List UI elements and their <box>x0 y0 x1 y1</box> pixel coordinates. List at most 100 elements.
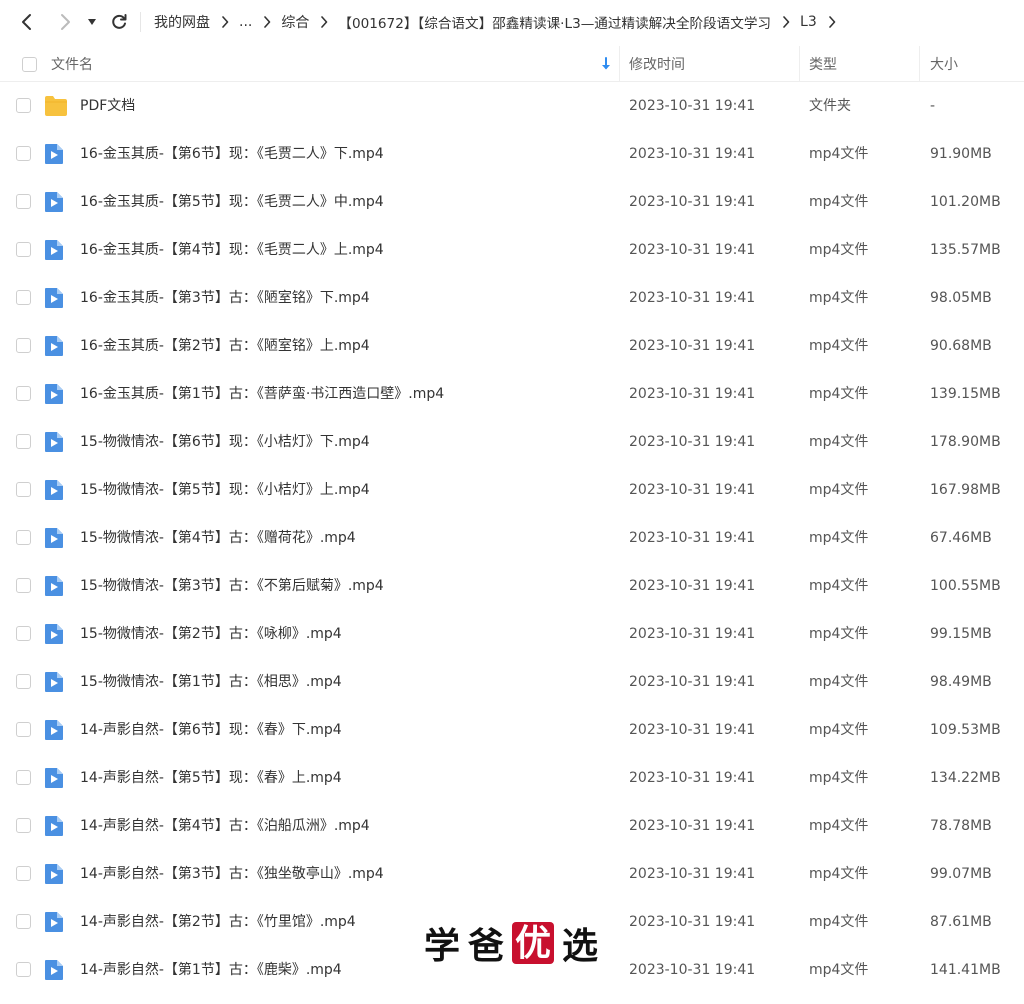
file-size: 109.53MB <box>930 722 1001 738</box>
file-name[interactable]: 15-物微情浓-【第2节】古：《咏柳》.mp4 <box>80 610 342 658</box>
row-checkbox[interactable] <box>16 914 31 929</box>
select-all-checkbox[interactable] <box>22 46 37 82</box>
history-dropdown-button[interactable] <box>84 7 100 37</box>
row-checkbox[interactable] <box>16 818 31 833</box>
file-size: 101.20MB <box>930 194 1001 210</box>
file-row[interactable]: 16-金玉其质-【第2节】古：《陋室铭》上.mp4 2023-10-31 19:4… <box>0 322 1024 370</box>
file-modified-date: 2023-10-31 19:41 <box>629 674 756 690</box>
column-header-type[interactable]: 类型 <box>809 46 837 82</box>
file-name[interactable]: 16-金玉其质-【第6节】现：《毛贾二人》下.mp4 <box>80 130 384 178</box>
file-size: 87.61MB <box>930 914 992 930</box>
row-checkbox[interactable] <box>16 626 31 641</box>
file-name[interactable]: 15-物微情浓-【第6节】现：《小桔灯》下.mp4 <box>80 418 370 466</box>
file-size: 78.78MB <box>930 818 992 834</box>
file-row[interactable]: 14-声影自然-【第4节】古：《泊船瓜洲》.mp4 2023-10-31 19:4… <box>0 802 1024 850</box>
file-name[interactable]: 16-金玉其质-【第5节】现：《毛贾二人》中.mp4 <box>80 178 384 226</box>
file-name[interactable]: 14-声影自然-【第1节】古：《鹿柴》.mp4 <box>80 946 342 994</box>
file-type: mp4文件 <box>809 482 869 498</box>
file-row[interactable]: 15-物微情浓-【第6节】现：《小桔灯》下.mp4 2023-10-31 19:4… <box>0 418 1024 466</box>
video-file-icon <box>44 959 66 981</box>
checkbox-box <box>16 434 31 449</box>
column-header-size[interactable]: 大小 <box>930 46 958 82</box>
file-row[interactable]: 16-金玉其质-【第5节】现：《毛贾二人》中.mp4 2023-10-31 19:… <box>0 178 1024 226</box>
file-type: mp4文件 <box>809 434 869 450</box>
file-name[interactable]: 15-物微情浓-【第1节】古：《相思》.mp4 <box>80 658 342 706</box>
row-checkbox[interactable] <box>16 578 31 593</box>
video-file-icon <box>44 767 66 789</box>
breadcrumb-item-current[interactable]: L3 <box>800 14 817 30</box>
file-type: mp4文件 <box>809 386 869 402</box>
file-modified-date: 2023-10-31 19:41 <box>629 722 756 738</box>
file-size: 91.90MB <box>930 146 992 162</box>
file-modified-date: 2023-10-31 19:41 <box>629 386 756 402</box>
file-modified-date: 2023-10-31 19:41 <box>629 434 756 450</box>
file-name[interactable]: 14-声影自然-【第5节】现：《春》上.mp4 <box>80 754 342 802</box>
file-modified-date: 2023-10-31 19:41 <box>629 866 756 882</box>
row-checkbox[interactable] <box>16 962 31 977</box>
file-row[interactable]: 14-声影自然-【第3节】古：《独坐敬亭山》.mp4 2023-10-31 19:… <box>0 850 1024 898</box>
breadcrumb-item-course[interactable]: 【001672】【综合语文】邵鑫精读课·L3—通过精读解决全阶段语文学习 <box>338 12 771 32</box>
file-size: 98.05MB <box>930 290 992 306</box>
file-name[interactable]: 14-声影自然-【第4节】古：《泊船瓜洲》.mp4 <box>80 802 370 850</box>
row-checkbox[interactable] <box>16 386 31 401</box>
file-type: mp4文件 <box>809 770 869 786</box>
file-name[interactable]: 14-声影自然-【第6节】现：《春》下.mp4 <box>80 706 342 754</box>
file-row[interactable]: 14-声影自然-【第6节】现：《春》下.mp4 2023-10-31 19:41 m… <box>0 706 1024 754</box>
breadcrumb-item-ellipsis[interactable]: ... <box>239 14 252 30</box>
file-name[interactable]: 15-物微情浓-【第5节】现：《小桔灯》上.mp4 <box>80 466 370 514</box>
chevron-right-icon <box>61 14 70 30</box>
file-name[interactable]: 14-声影自然-【第2节】古：《竹里馆》.mp4 <box>80 898 356 946</box>
file-name[interactable]: 16-金玉其质-【第3节】古：《陋室铭》下.mp4 <box>80 274 370 322</box>
file-row[interactable]: 16-金玉其质-【第6节】现：《毛贾二人》下.mp4 2023-10-31 19:… <box>0 130 1024 178</box>
column-header-modified[interactable]: 修改时间 <box>629 46 685 82</box>
video-file-icon <box>44 479 66 501</box>
file-row[interactable]: 16-金玉其质-【第3节】古：《陋室铭》下.mp4 2023-10-31 19:4… <box>0 274 1024 322</box>
file-name[interactable]: 15-物微情浓-【第4节】古：《赠荷花》.mp4 <box>80 514 356 562</box>
file-row[interactable]: 15-物微情浓-【第3节】古：《不第后赋菊》.mp4 2023-10-31 19:… <box>0 562 1024 610</box>
row-checkbox[interactable] <box>16 722 31 737</box>
breadcrumb-item-category[interactable]: 综合 <box>281 12 309 32</box>
row-checkbox[interactable] <box>16 866 31 881</box>
video-file-icon <box>44 527 66 549</box>
file-name[interactable]: 16-金玉其质-【第4节】现：《毛贾二人》上.mp4 <box>80 226 384 274</box>
file-name[interactable]: 16-金玉其质-【第1节】古：《菩萨蛮·书江西造口壁》.mp4 <box>80 370 444 418</box>
row-checkbox[interactable] <box>16 530 31 545</box>
checkbox-box <box>16 722 31 737</box>
row-checkbox[interactable] <box>16 434 31 449</box>
file-name[interactable]: 16-金玉其质-【第2节】古：《陋室铭》上.mp4 <box>80 322 370 370</box>
row-checkbox[interactable] <box>16 482 31 497</box>
row-checkbox[interactable] <box>16 98 31 113</box>
row-checkbox[interactable] <box>16 146 31 161</box>
file-name[interactable]: 14-声影自然-【第3节】古：《独坐敬亭山》.mp4 <box>80 850 384 898</box>
file-name[interactable]: PDF文档 <box>80 82 135 130</box>
file-row[interactable]: 15-物微情浓-【第2节】古：《咏柳》.mp4 2023-10-31 19:41 m… <box>0 610 1024 658</box>
file-modified-date: 2023-10-31 19:41 <box>629 530 756 546</box>
checkbox-box <box>16 530 31 545</box>
row-checkbox[interactable] <box>16 674 31 689</box>
file-name[interactable]: 15-物微情浓-【第3节】古：《不第后赋菊》.mp4 <box>80 562 384 610</box>
file-row[interactable]: 16-金玉其质-【第4节】现：《毛贾二人》上.mp4 2023-10-31 19:… <box>0 226 1024 274</box>
forward-button[interactable] <box>50 7 80 37</box>
chevron-left-icon <box>22 14 31 30</box>
file-size: 100.55MB <box>930 578 1001 594</box>
row-checkbox[interactable] <box>16 290 31 305</box>
row-checkbox[interactable] <box>16 194 31 209</box>
column-divider <box>919 46 920 82</box>
file-row[interactable]: 16-金玉其质-【第1节】古：《菩萨蛮·书江西造口壁》.mp4 2023-10-3… <box>0 370 1024 418</box>
folder-row[interactable]: PDF文档 2023-10-31 19:41 文件夹 - <box>0 82 1024 130</box>
breadcrumb-item-root[interactable]: 我的网盘 <box>154 12 210 32</box>
video-file-icon <box>44 383 66 405</box>
column-header-name[interactable]: 文件名 <box>51 46 93 82</box>
row-checkbox[interactable] <box>16 338 31 353</box>
row-checkbox[interactable] <box>16 242 31 257</box>
back-button[interactable] <box>12 7 42 37</box>
file-row[interactable]: 15-物微情浓-【第4节】古：《赠荷花》.mp4 2023-10-31 19:41… <box>0 514 1024 562</box>
file-row[interactable]: 15-物微情浓-【第1节】古：《相思》.mp4 2023-10-31 19:41 m… <box>0 658 1024 706</box>
file-row[interactable]: 14-声影自然-【第5节】现：《春》上.mp4 2023-10-31 19:41 m… <box>0 754 1024 802</box>
sort-descending-icon[interactable] <box>600 46 612 82</box>
file-row[interactable]: 15-物微情浓-【第5节】现：《小桔灯》上.mp4 2023-10-31 19:4… <box>0 466 1024 514</box>
refresh-button[interactable] <box>104 7 134 37</box>
file-modified-date: 2023-10-31 19:41 <box>629 290 756 306</box>
row-checkbox[interactable] <box>16 770 31 785</box>
file-type: mp4文件 <box>809 338 869 354</box>
